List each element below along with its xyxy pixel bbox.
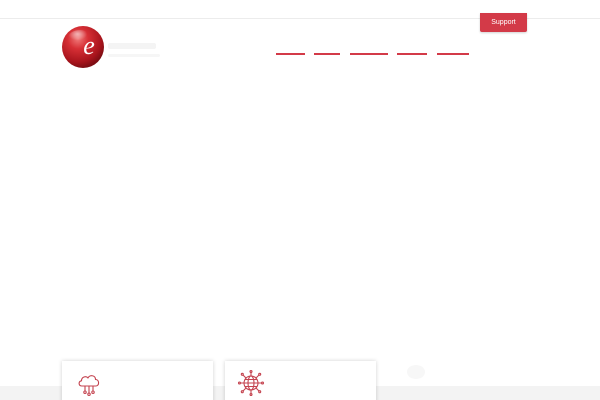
nav-item-5[interactable] [437, 53, 469, 55]
logo-sphere-icon: e [62, 26, 104, 68]
nav-item-3[interactable] [350, 53, 388, 55]
globe-network-icon [237, 369, 265, 397]
decorative-dot [407, 365, 425, 379]
page: Support e [0, 0, 600, 400]
nav-item-1[interactable] [276, 53, 305, 55]
service-card-cloud[interactable] [62, 361, 213, 400]
cloud-network-icon [78, 375, 100, 397]
support-button[interactable]: Support [480, 13, 527, 32]
logo-letter: e [83, 31, 95, 60]
logo-wordmark [108, 40, 160, 62]
nav-item-4[interactable] [397, 53, 427, 55]
nav-item-2[interactable] [314, 53, 340, 55]
main-nav [276, 53, 476, 57]
service-card-globe[interactable] [225, 361, 376, 400]
